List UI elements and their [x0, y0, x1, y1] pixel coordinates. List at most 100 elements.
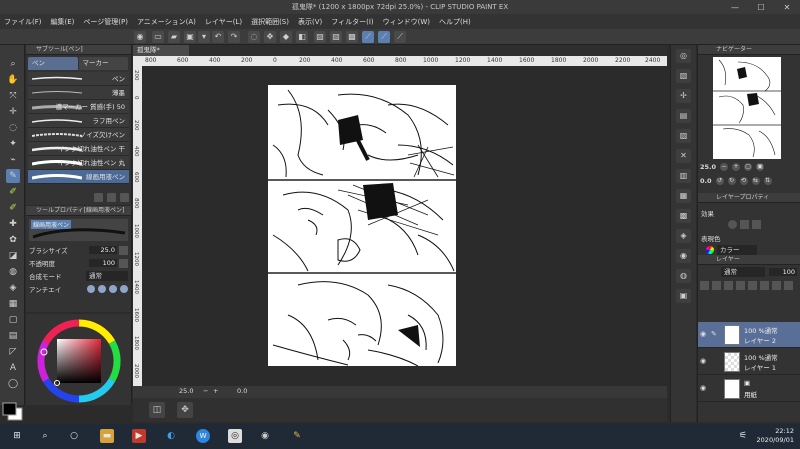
ref-layer-icon[interactable]: [712, 281, 721, 290]
flip-v-icon[interactable]: ⇅: [763, 177, 772, 185]
pen-icon[interactable]: ✎: [6, 169, 20, 183]
navigator-thumbnail[interactable]: [713, 57, 781, 159]
menu-window[interactable]: ウィンドウ(W): [383, 17, 430, 27]
clip-studio-launcher-icon[interactable]: ◉: [258, 429, 272, 443]
history-icon[interactable]: ▤: [676, 109, 691, 123]
visibility-eye-icon[interactable]: ◉: [700, 357, 706, 365]
minimize-button[interactable]: —: [722, 0, 748, 14]
fill-icon[interactable]: ◆: [280, 31, 292, 43]
zoom-out-icon[interactable]: −: [203, 387, 208, 395]
new-folder-icon[interactable]: [772, 281, 781, 290]
decoration-icon[interactable]: ✿: [6, 233, 20, 247]
menu-selection[interactable]: 選択範囲(S): [251, 17, 289, 27]
fg-bg-color[interactable]: [2, 402, 24, 422]
menu-filter[interactable]: フィルター(I): [331, 17, 373, 27]
brush-item[interactable]: ノイズ欠けペン: [28, 128, 129, 142]
flip-h-icon[interactable]: ⇆: [751, 177, 760, 185]
delete-layer-icon[interactable]: [784, 281, 793, 290]
brush-size-spinner[interactable]: [119, 245, 128, 255]
layer-row[interactable]: ◉ ▣ 用紙: [698, 376, 800, 402]
color-history-icon[interactable]: ◉: [676, 249, 691, 263]
new-file-icon[interactable]: ▭: [152, 31, 164, 43]
manga-page[interactable]: [268, 85, 456, 366]
layer-opacity[interactable]: 100: [769, 268, 797, 276]
snap-ruler-icon[interactable]: ⟋: [362, 31, 374, 43]
edge-browser-icon[interactable]: ◐: [164, 429, 178, 443]
visibility-eye-icon[interactable]: ◉: [700, 330, 706, 338]
undo-icon[interactable]: ↶: [212, 31, 224, 43]
menu-view[interactable]: 表示(V): [298, 17, 322, 27]
layer-blend-select[interactable]: 通常: [721, 267, 765, 277]
nav-actual-icon[interactable]: ▣: [756, 163, 765, 171]
layer-row[interactable]: ◉ ✎ 100 %通常 レイヤー 2: [698, 322, 800, 348]
visibility-eye-icon[interactable]: ◉: [700, 384, 706, 392]
menu-page[interactable]: ページ管理(P): [83, 17, 128, 27]
aa-medium-icon[interactable]: [109, 285, 117, 293]
gradient-icon[interactable]: ▦: [6, 297, 20, 311]
selection-icon[interactable]: ◌: [6, 121, 20, 135]
clear-icon[interactable]: ◧: [296, 31, 308, 43]
figure-icon[interactable]: ▢: [6, 313, 20, 327]
invert-icon[interactable]: ▩: [346, 31, 358, 43]
pencil-icon[interactable]: ✐: [6, 185, 20, 199]
approx-color-icon[interactable]: ▣: [676, 289, 691, 303]
menu-layer[interactable]: レイヤー(L): [205, 17, 242, 27]
ruler-icon[interactable]: ◸: [6, 345, 20, 359]
menu-animation[interactable]: アニメーション(A): [137, 17, 196, 27]
file-explorer-icon[interactable]: ▬: [100, 429, 114, 443]
lasso-icon[interactable]: ◌: [248, 31, 260, 43]
tab-marker[interactable]: マーカー: [78, 57, 128, 70]
move-layer-icon[interactable]: ✛: [6, 105, 20, 119]
frame-icon[interactable]: ▤: [6, 329, 20, 343]
info-icon[interactable]: ▩: [676, 209, 691, 223]
navigator-zoom[interactable]: 25.0: [700, 163, 716, 171]
layer-color-icon[interactable]: [752, 220, 761, 229]
snap-special-icon[interactable]: ⟋: [378, 31, 390, 43]
menu-file[interactable]: ファイル(F): [4, 17, 42, 27]
auto-action-icon[interactable]: ▨: [676, 129, 691, 143]
redo-icon[interactable]: ↷: [228, 31, 240, 43]
angle-value[interactable]: 0.0: [237, 387, 247, 395]
brush-item[interactable]: 薄墨: [28, 86, 129, 100]
eraser-icon[interactable]: ◪: [6, 249, 20, 263]
airbrush-icon[interactable]: ✚: [6, 217, 20, 231]
snap-grid-icon[interactable]: ⟋: [394, 31, 406, 43]
nav-zoom-in-icon[interactable]: +: [732, 163, 741, 171]
text-icon[interactable]: A: [6, 361, 20, 375]
operation-icon[interactable]: ⤧: [6, 89, 20, 103]
expression-select[interactable]: カラー: [717, 245, 757, 255]
dropdown-icon[interactable]: ▾: [198, 31, 210, 43]
aa-strong-icon[interactable]: [120, 285, 128, 293]
brush-icon[interactable]: ✐: [6, 201, 20, 215]
navigator-angle[interactable]: 0.0: [700, 177, 712, 185]
timeline-icon[interactable]: ▥: [676, 169, 691, 183]
tone-effect-icon[interactable]: [740, 220, 749, 229]
crop-icon[interactable]: ▨: [330, 31, 342, 43]
search-icon[interactable]: ⌕: [38, 429, 52, 443]
taskbar-clock[interactable]: 22:12 2020/09/01: [757, 427, 794, 445]
video-app-icon[interactable]: ▶: [132, 429, 146, 443]
brush-item-selected[interactable]: 線画用液ペン: [28, 170, 129, 184]
menu-help[interactable]: ヘルプ(H): [439, 17, 471, 27]
new-layer-icon[interactable]: [760, 281, 769, 290]
lock-alpha-icon[interactable]: [736, 281, 745, 290]
opacity-value[interactable]: 100: [89, 259, 117, 267]
color-set-icon[interactable]: ◈: [676, 229, 691, 243]
tab-pen[interactable]: ペン: [28, 57, 78, 70]
close-button[interactable]: ✕: [774, 0, 800, 14]
zoom-in-icon[interactable]: +: [213, 387, 218, 395]
layer-name[interactable]: レイヤー 2: [744, 335, 776, 345]
page-list-icon[interactable]: ◫: [149, 402, 165, 418]
border-effect-icon[interactable]: [728, 220, 737, 229]
nav-zoom-out-icon[interactable]: −: [720, 163, 729, 171]
app-icon[interactable]: ◉: [134, 31, 146, 43]
nav-fit-icon[interactable]: ▢: [744, 163, 753, 171]
reset-rotation-icon[interactable]: ⟲: [739, 177, 748, 185]
paint-app-icon[interactable]: ✎: [290, 429, 304, 443]
transform-icon[interactable]: ✥: [264, 31, 276, 43]
hand-icon[interactable]: ✋: [6, 73, 20, 87]
open-folder-icon[interactable]: ▰: [168, 31, 180, 43]
brush-item[interactable]: ラフ用ペン: [28, 114, 129, 128]
material-icon[interactable]: ▧: [676, 69, 691, 83]
settings-icon[interactable]: [94, 193, 103, 202]
